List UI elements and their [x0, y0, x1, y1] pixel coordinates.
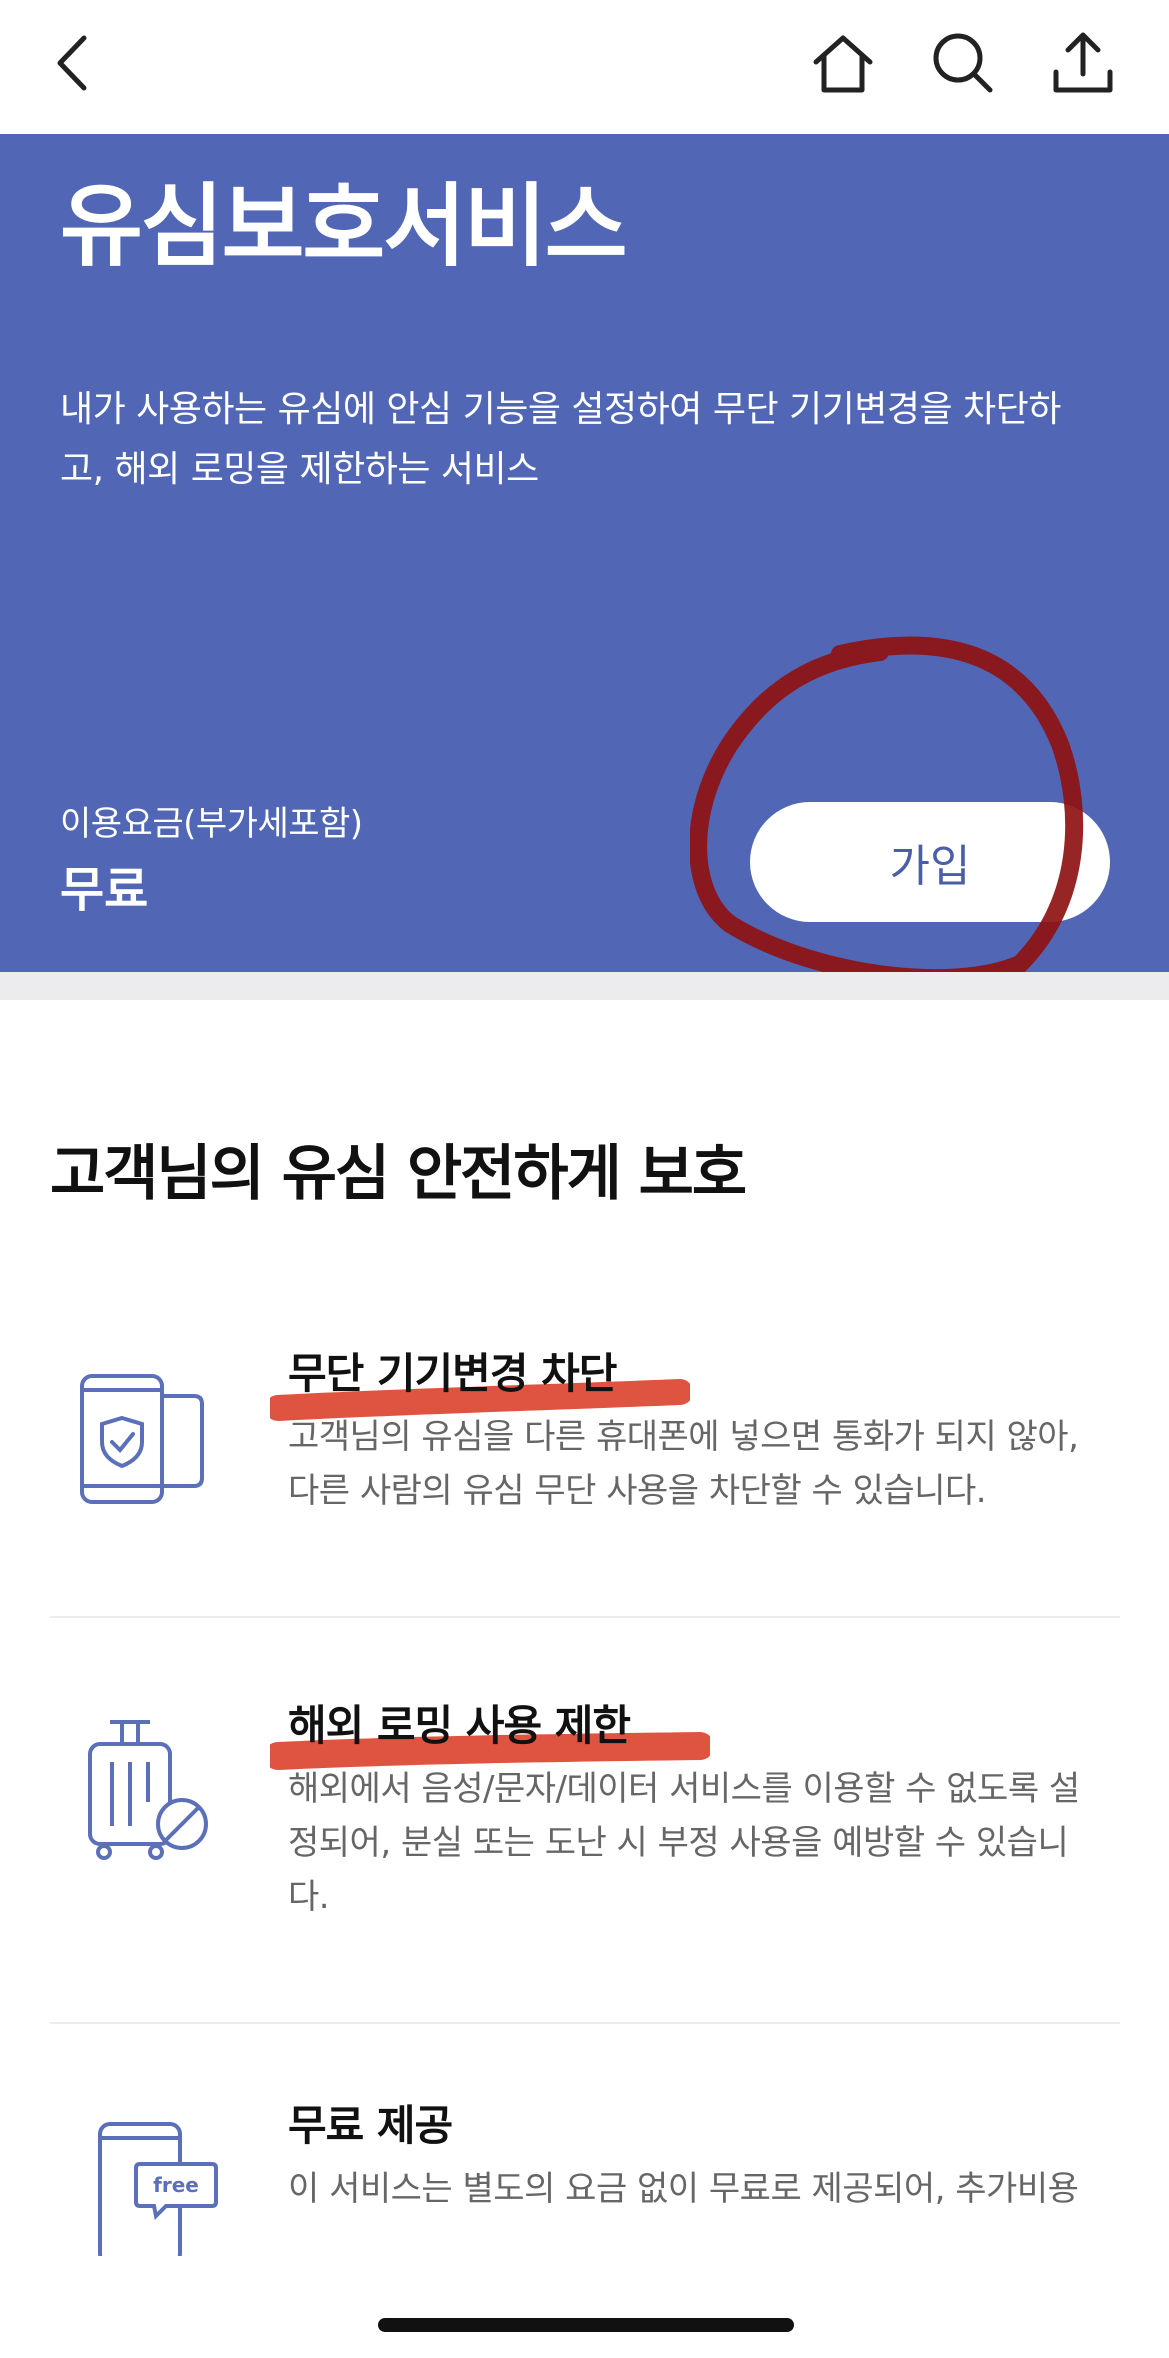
feature-description: 해외에서 음성/문자/데이터 서비스를 이용할 수 없도록 설정되어, 분실 또…: [288, 1769, 1080, 1917]
home-indicator[interactable]: [378, 2318, 794, 2332]
home-button[interactable]: [800, 20, 886, 106]
list-divider: [50, 1616, 1120, 1618]
home-icon: [813, 35, 873, 93]
section-title: 고객님의 유심 안전하게 보호: [50, 1139, 747, 1209]
feature-description: 고객님의 유심을 다른 휴대폰에 넣으면 통화가 되지 않아, 다른 사람의 유…: [288, 1417, 1079, 1511]
join-button[interactable]: 가입: [750, 802, 1110, 922]
back-button[interactable]: [32, 20, 118, 106]
feature-title: 해외 로밍 사용 제한: [288, 1701, 631, 1750]
luggage-blocked-icon: [88, 1720, 208, 1860]
list-divider: [50, 2022, 1120, 2024]
section-divider: [0, 972, 1169, 1000]
chevron-left-icon: [57, 35, 87, 91]
svg-text:free: free: [153, 2173, 199, 2197]
feature-title: 무료 제공: [288, 2101, 453, 2150]
share-icon: [1053, 32, 1113, 93]
fee-value: 무료: [60, 862, 149, 918]
scroll-fade: [0, 2256, 1169, 2296]
share-button[interactable]: [1040, 20, 1126, 106]
top-navigation-bar: [0, 0, 1169, 134]
page-title: 유심보호서비스: [60, 174, 628, 279]
fee-label: 이용요금(부가세포함): [60, 804, 363, 844]
service-hero-banner: 유심보호서비스 내가 사용하는 유심에 안심 기능을 설정하여 무단 기기변경을…: [0, 134, 1169, 988]
feature-description: 이 서비스는 별도의 요금 없이 무료로 제공되어, 추가비용: [288, 2169, 1079, 2209]
phone-free-icon: free: [98, 2122, 218, 2266]
search-icon: [933, 33, 993, 93]
phone-shield-icon: [80, 1374, 204, 1504]
search-button[interactable]: [920, 20, 1006, 106]
service-description: 내가 사용하는 유심에 안심 기능을 설정하여 무단 기기변경을 차단하고, 해…: [60, 389, 1061, 490]
feature-title: 무단 기기변경 차단: [288, 1349, 617, 1398]
